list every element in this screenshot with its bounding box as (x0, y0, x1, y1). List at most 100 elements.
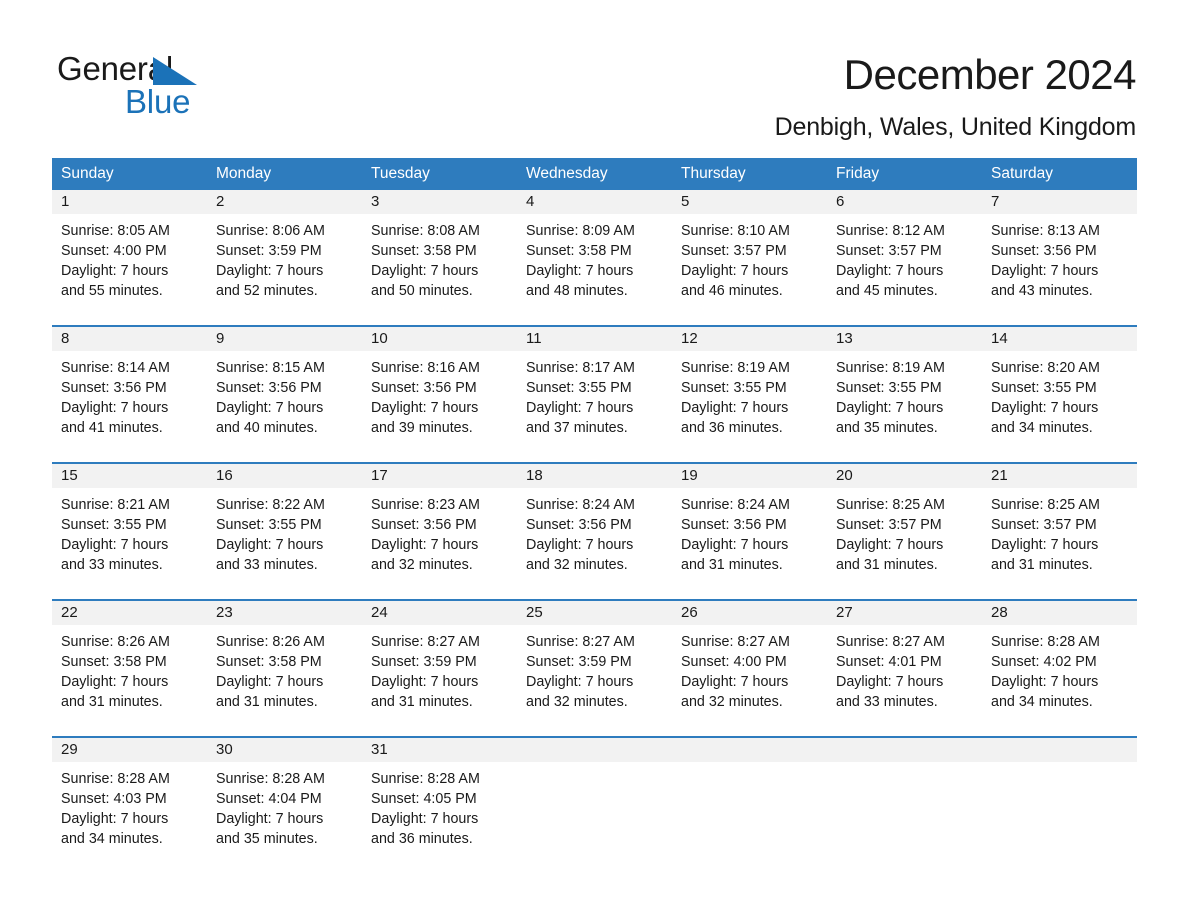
day-number[interactable]: 16 (207, 464, 362, 488)
sunset-text: Sunset: 4:02 PM (991, 654, 1097, 670)
sunset-text: Sunset: 4:04 PM (216, 791, 322, 807)
day-cell[interactable]: Sunrise: 8:28 AM Sunset: 4:05 PM Dayligh… (362, 762, 517, 874)
day-cell[interactable]: Sunrise: 8:26 AM Sunset: 3:58 PM Dayligh… (207, 625, 362, 736)
day-cell[interactable]: Sunrise: 8:28 AM Sunset: 4:03 PM Dayligh… (52, 762, 207, 874)
day-number[interactable]: 20 (827, 464, 982, 488)
day-cell[interactable]: Sunrise: 8:27 AM Sunset: 3:59 PM Dayligh… (517, 625, 672, 736)
day-cell[interactable]: Sunrise: 8:27 AM Sunset: 3:59 PM Dayligh… (362, 625, 517, 736)
day-cell[interactable]: Sunrise: 8:21 AM Sunset: 3:55 PM Dayligh… (52, 488, 207, 599)
daylight-text-line2: and 36 minutes. (371, 831, 473, 847)
day-number[interactable]: 2 (207, 190, 362, 214)
week-date-band: 1 2 3 4 5 6 7 (52, 190, 1137, 214)
day-cell[interactable]: Sunrise: 8:23 AM Sunset: 3:56 PM Dayligh… (362, 488, 517, 599)
page-header: General Blue December 2024 Denbigh, Wale… (0, 0, 1188, 141)
weekday-tuesday: Tuesday (371, 165, 430, 182)
day-number[interactable]: 31 (362, 738, 517, 762)
day-number[interactable]: 6 (827, 190, 982, 214)
sunset-text: Sunset: 3:56 PM (371, 380, 477, 396)
day-number[interactable]: 10 (362, 327, 517, 351)
sunset-text: Sunset: 3:57 PM (681, 243, 787, 259)
sunrise-text: Sunrise: 8:27 AM (526, 634, 635, 650)
day-cell[interactable]: Sunrise: 8:19 AM Sunset: 3:55 PM Dayligh… (672, 351, 827, 462)
day-number[interactable]: 7 (982, 190, 1137, 214)
sunset-text: Sunset: 3:56 PM (681, 517, 787, 533)
sunset-text: Sunset: 3:57 PM (836, 243, 942, 259)
sunrise-text: Sunrise: 8:21 AM (61, 497, 170, 513)
day-cell[interactable]: Sunrise: 8:05 AM Sunset: 4:00 PM Dayligh… (52, 214, 207, 325)
day-cell[interactable]: Sunrise: 8:27 AM Sunset: 4:01 PM Dayligh… (827, 625, 982, 736)
day-number[interactable]: 30 (207, 738, 362, 762)
day-number[interactable]: 25 (517, 601, 672, 625)
day-cell[interactable]: Sunrise: 8:25 AM Sunset: 3:57 PM Dayligh… (982, 488, 1137, 599)
day-number[interactable]: 14 (982, 327, 1137, 351)
day-number[interactable]: 28 (982, 601, 1137, 625)
daylight-text-line1: Daylight: 7 hours (371, 400, 479, 416)
day-number[interactable]: 19 (672, 464, 827, 488)
day-number[interactable]: 5 (672, 190, 827, 214)
day-number[interactable]: 23 (207, 601, 362, 625)
day-number[interactable]: 9 (207, 327, 362, 351)
day-cell[interactable]: Sunrise: 8:09 AM Sunset: 3:58 PM Dayligh… (517, 214, 672, 325)
sunset-text: Sunset: 3:59 PM (526, 654, 632, 670)
day-number[interactable]: 8 (52, 327, 207, 351)
day-cell[interactable]: Sunrise: 8:10 AM Sunset: 3:57 PM Dayligh… (672, 214, 827, 325)
daylight-text-line1: Daylight: 7 hours (991, 674, 1099, 690)
day-cell[interactable]: Sunrise: 8:24 AM Sunset: 3:56 PM Dayligh… (517, 488, 672, 599)
day-number[interactable]: 4 (517, 190, 672, 214)
day-cell-empty (672, 762, 827, 874)
general-blue-logo[interactable]: General Blue (57, 52, 317, 122)
day-cell[interactable]: Sunrise: 8:08 AM Sunset: 3:58 PM Dayligh… (362, 214, 517, 325)
sunset-text: Sunset: 3:59 PM (371, 654, 477, 670)
day-number[interactable]: 18 (517, 464, 672, 488)
sunset-text: Sunset: 3:56 PM (61, 380, 167, 396)
day-cell[interactable]: Sunrise: 8:14 AM Sunset: 3:56 PM Dayligh… (52, 351, 207, 462)
day-number[interactable]: 3 (362, 190, 517, 214)
day-number[interactable]: 24 (362, 601, 517, 625)
day-number[interactable]: 27 (827, 601, 982, 625)
day-cell[interactable]: Sunrise: 8:13 AM Sunset: 3:56 PM Dayligh… (982, 214, 1137, 325)
sunrise-text: Sunrise: 8:16 AM (371, 360, 480, 376)
day-number[interactable]: 1 (52, 190, 207, 214)
day-cell[interactable]: Sunrise: 8:16 AM Sunset: 3:56 PM Dayligh… (362, 351, 517, 462)
day-number[interactable]: 17 (362, 464, 517, 488)
day-cell[interactable]: Sunrise: 8:22 AM Sunset: 3:55 PM Dayligh… (207, 488, 362, 599)
day-cell[interactable]: Sunrise: 8:27 AM Sunset: 4:00 PM Dayligh… (672, 625, 827, 736)
day-cell[interactable]: Sunrise: 8:28 AM Sunset: 4:02 PM Dayligh… (982, 625, 1137, 736)
daylight-text-line2: and 31 minutes. (991, 557, 1093, 573)
day-number[interactable]: 11 (517, 327, 672, 351)
week-detail-row: Sunrise: 8:14 AM Sunset: 3:56 PM Dayligh… (52, 351, 1137, 462)
day-cell[interactable]: Sunrise: 8:06 AM Sunset: 3:59 PM Dayligh… (207, 214, 362, 325)
day-cell[interactable]: Sunrise: 8:15 AM Sunset: 3:56 PM Dayligh… (207, 351, 362, 462)
daylight-text-line2: and 55 minutes. (61, 283, 163, 299)
day-cell[interactable]: Sunrise: 8:24 AM Sunset: 3:56 PM Dayligh… (672, 488, 827, 599)
calendar-grid: Sunday Monday Tuesday Wednesday Thursday… (52, 158, 1137, 874)
day-number[interactable]: 26 (672, 601, 827, 625)
sunset-text: Sunset: 4:01 PM (836, 654, 942, 670)
day-cell[interactable]: Sunrise: 8:26 AM Sunset: 3:58 PM Dayligh… (52, 625, 207, 736)
sunrise-text: Sunrise: 8:10 AM (681, 223, 790, 239)
sunset-text: Sunset: 3:56 PM (526, 517, 632, 533)
daylight-text-line1: Daylight: 7 hours (681, 537, 789, 553)
day-cell[interactable]: Sunrise: 8:17 AM Sunset: 3:55 PM Dayligh… (517, 351, 672, 462)
day-cell[interactable]: Sunrise: 8:12 AM Sunset: 3:57 PM Dayligh… (827, 214, 982, 325)
day-number[interactable]: 21 (982, 464, 1137, 488)
week-date-band: 29 30 31 (52, 738, 1137, 762)
day-number[interactable]: 12 (672, 327, 827, 351)
day-number[interactable]: 22 (52, 601, 207, 625)
day-number[interactable]: 15 (52, 464, 207, 488)
day-cell[interactable]: Sunrise: 8:28 AM Sunset: 4:04 PM Dayligh… (207, 762, 362, 874)
daylight-text-line2: and 31 minutes. (61, 694, 163, 710)
day-cell[interactable]: Sunrise: 8:20 AM Sunset: 3:55 PM Dayligh… (982, 351, 1137, 462)
weekday-monday: Monday (216, 165, 272, 182)
sunset-text: Sunset: 3:55 PM (216, 517, 322, 533)
sunset-text: Sunset: 4:05 PM (371, 791, 477, 807)
day-cell[interactable]: Sunrise: 8:19 AM Sunset: 3:55 PM Dayligh… (827, 351, 982, 462)
daylight-text-line1: Daylight: 7 hours (61, 811, 169, 827)
daylight-text-line1: Daylight: 7 hours (371, 674, 479, 690)
daylight-text-line1: Daylight: 7 hours (216, 674, 324, 690)
day-number[interactable]: 13 (827, 327, 982, 351)
sunrise-text: Sunrise: 8:13 AM (991, 223, 1100, 239)
daylight-text-line1: Daylight: 7 hours (836, 537, 944, 553)
day-number[interactable]: 29 (52, 738, 207, 762)
day-cell[interactable]: Sunrise: 8:25 AM Sunset: 3:57 PM Dayligh… (827, 488, 982, 599)
